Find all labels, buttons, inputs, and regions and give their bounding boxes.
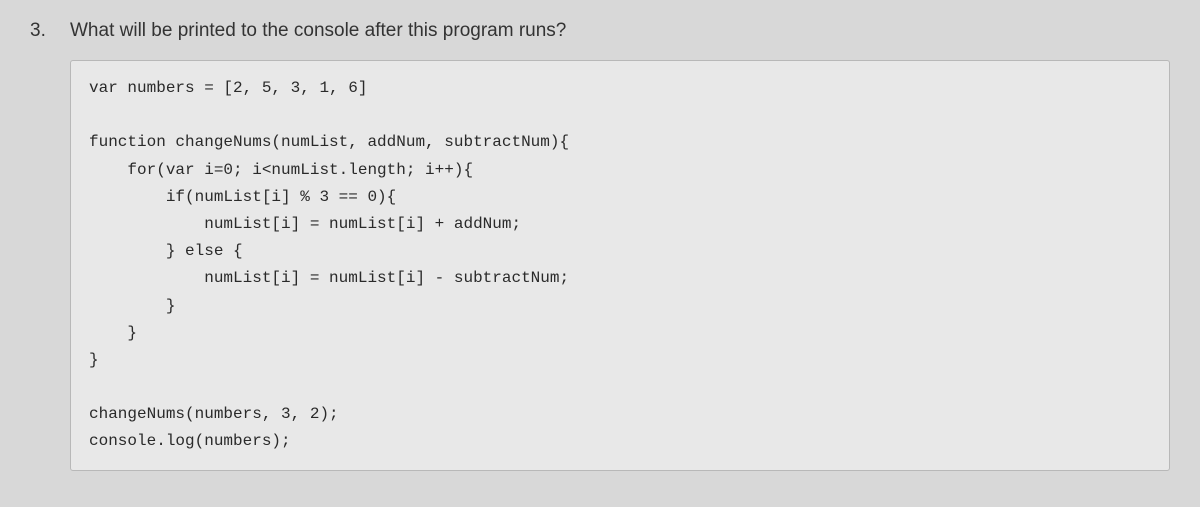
code-block: var numbers = [2, 5, 3, 1, 6] function c… xyxy=(70,60,1170,471)
question-wrapper: 3. What will be printed to the console a… xyxy=(30,20,1170,471)
question-prompt: What will be printed to the console afte… xyxy=(70,20,1170,42)
question-number: 3. xyxy=(30,20,54,471)
question-content: What will be printed to the console afte… xyxy=(70,20,1170,471)
